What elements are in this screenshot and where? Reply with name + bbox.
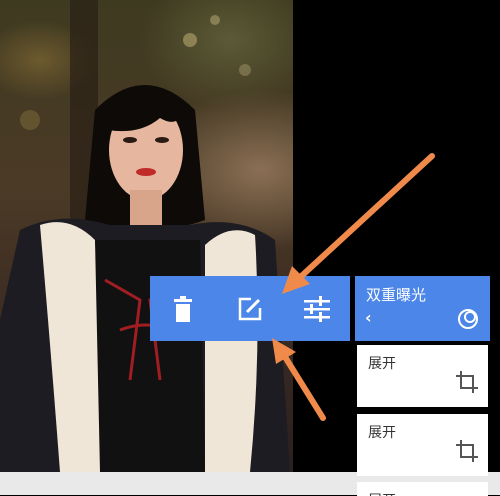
edit-button[interactable] [230, 289, 270, 329]
image-edit-toolbar [150, 276, 350, 341]
back-chevron-icon[interactable]: ‹ [365, 308, 372, 327]
layer-label: 展开 [368, 356, 396, 372]
delete-button[interactable] [163, 289, 203, 329]
layer-label: 展开 [368, 425, 396, 441]
annotation-arrow-upper [282, 153, 435, 294]
crop-icon[interactable] [456, 371, 478, 397]
blend-icon[interactable] [457, 308, 479, 334]
layer-item[interactable]: 展开 [357, 345, 488, 407]
photo-canvas [0, 0, 293, 472]
portrait-photo [0, 0, 290, 472]
trash-icon [174, 295, 193, 322]
adjust-button[interactable] [297, 289, 337, 329]
crop-icon[interactable] [456, 440, 478, 466]
effect-title: 双重曝光 [366, 286, 427, 304]
sliders-icon [303, 295, 330, 322]
double-exposure-panel[interactable]: 双重曝光 ‹ [355, 276, 490, 341]
layer-item[interactable]: 展开 [357, 482, 488, 496]
layer-item[interactable]: 展开 [357, 414, 488, 476]
layer-label: 展开 [368, 490, 396, 496]
edit-icon [238, 297, 262, 320]
